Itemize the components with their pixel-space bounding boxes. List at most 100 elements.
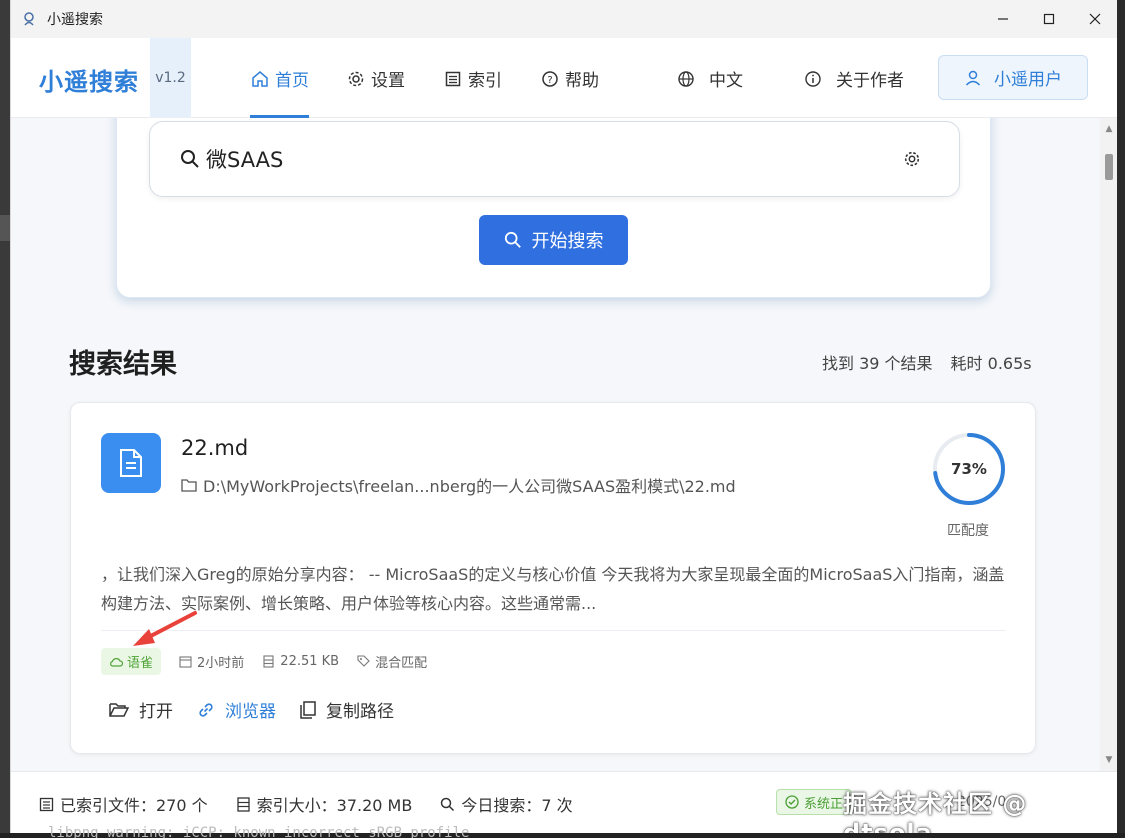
- status-footer: 已索引文件：270 个 索引大小：37.20 MB 今日搜索：7 次 系统正 2…: [11, 771, 1117, 838]
- minimize-icon: [998, 18, 1008, 20]
- app-window: 小遥搜索 小遥搜索 v1.2 首页 设置 索引 ? 帮助 中文 关于作者 小遥用…: [10, 0, 1117, 838]
- nav-about[interactable]: 关于作者: [804, 66, 904, 91]
- results-time: 耗时 0.65s: [950, 354, 1032, 373]
- tag-icon: [357, 655, 370, 667]
- scroll-down-arrow-icon[interactable]: ▼: [1104, 755, 1114, 765]
- nav-help[interactable]: ? 帮助: [541, 66, 599, 91]
- calendar-icon: [179, 656, 192, 668]
- info-icon: [805, 70, 821, 87]
- gear-icon: [348, 71, 364, 86]
- search-input[interactable]: [206, 147, 856, 171]
- results-summary: 找到 39 个结果 耗时 0.65s: [822, 350, 1032, 374]
- database-icon: [236, 796, 250, 812]
- open-in-browser-button[interactable]: 浏览器: [197, 697, 276, 722]
- scroll-up-arrow-icon[interactable]: ▲: [1104, 124, 1114, 134]
- language-switch[interactable]: 中文: [677, 66, 743, 91]
- help-icon: ?: [542, 70, 558, 87]
- modified-time: 2小时前: [179, 652, 244, 671]
- nav-home[interactable]: 首页: [251, 66, 309, 91]
- today-searches-stat: 今日搜索：7 次: [440, 792, 573, 816]
- open-file-button[interactable]: 打开: [109, 697, 173, 722]
- indexed-files-label: 已索引文件：270 个: [60, 796, 208, 815]
- today-searches-label: 今日搜索：7 次: [461, 796, 573, 815]
- desktop-strip-right: [1117, 0, 1125, 838]
- title-bar: 小遥搜索: [11, 0, 1117, 38]
- result-snippet: ，让我们深入Greg的原始分享内容： -- MicroSaaS的定义与核心价值 …: [101, 565, 1005, 613]
- system-status-label: 系统正: [804, 796, 844, 812]
- scrollbar-thumb[interactable]: [1105, 154, 1113, 180]
- svg-text:?: ?: [547, 75, 552, 86]
- nav-index-label: 索引: [468, 71, 502, 91]
- close-button[interactable]: [1072, 0, 1117, 38]
- index-size-stat: 索引大小：37.20 MB: [236, 792, 413, 816]
- open-file-label: 打开: [139, 702, 173, 722]
- user-account-button[interactable]: 小遥用户: [938, 55, 1088, 100]
- folder-icon: [181, 479, 197, 492]
- search-options-gear-icon[interactable]: [903, 150, 921, 168]
- link-icon: [199, 702, 213, 717]
- main-scroll-area: 开始搜索 搜索结果 找到 39 个结果 耗时 0.65s 22.md D:\My…: [11, 118, 1100, 771]
- system-status-badge: 系统正: [776, 789, 853, 815]
- maximize-icon: [1043, 13, 1055, 25]
- maximize-button[interactable]: [1026, 0, 1072, 38]
- search-icon: [180, 149, 200, 169]
- copy-path-label: 复制路径: [326, 702, 394, 722]
- nav-help-label: 帮助: [565, 71, 599, 91]
- folder-open-icon: [109, 702, 129, 717]
- modified-time-label: 2小时前: [197, 656, 245, 671]
- source-label: 语雀: [127, 656, 154, 671]
- file-size: 22.51 KB: [262, 654, 339, 669]
- copy-path-button[interactable]: 复制路径: [300, 697, 394, 722]
- user-name-label: 小遥用户: [994, 70, 1062, 90]
- result-path-text: D:\MyWorkProjects\freelan...nberg的一人公司微S…: [203, 477, 736, 496]
- index-list-icon: [445, 71, 461, 86]
- watermark: 掘金技术社区 @ dtsola: [843, 790, 1028, 838]
- window-title: 小遥搜索: [47, 12, 103, 28]
- result-file-name[interactable]: 22.md: [181, 436, 248, 460]
- start-search-button[interactable]: 开始搜索: [479, 215, 628, 265]
- annotation-arrow-icon: [133, 611, 197, 646]
- result-divider: [101, 630, 1006, 631]
- version-badge: v1.2: [150, 38, 191, 118]
- user-icon: [965, 70, 981, 86]
- result-meta-tags: 语雀 2小时前 22.51 KB 混合匹配: [101, 648, 427, 675]
- match-score-text: 73%: [951, 460, 987, 478]
- search-icon: [504, 231, 521, 248]
- result-actions: 打开 浏览器 复制路径: [109, 697, 394, 722]
- brand-logo[interactable]: 小遥搜索: [39, 62, 139, 97]
- copy-icon: [300, 700, 316, 719]
- result-file-path: D:\MyWorkProjects\freelan...nberg的一人公司微S…: [181, 473, 736, 497]
- index-list-icon: [39, 797, 54, 811]
- match-score-label: 匹配度: [947, 523, 989, 539]
- match-type: 混合匹配: [357, 652, 427, 671]
- top-navbar: 小遥搜索 v1.2 首页 设置 索引 ? 帮助 中文 关于作者 小遥用户: [11, 38, 1117, 118]
- search-icon: [441, 797, 455, 811]
- result-card[interactable]: 22.md D:\MyWorkProjects\freelan...nberg的…: [70, 402, 1036, 754]
- open-in-browser-label: 浏览器: [225, 702, 276, 722]
- vertical-scrollbar[interactable]: ▲ ▼: [1100, 118, 1117, 771]
- match-score-ring: 73%: [931, 431, 1007, 507]
- search-panel: 开始搜索: [116, 118, 991, 298]
- source-badge: 语雀: [101, 648, 162, 675]
- nav-settings-label: 设置: [371, 71, 405, 91]
- globe-icon: [678, 70, 694, 87]
- app-logo-icon: [24, 12, 34, 26]
- check-circle-icon: [785, 795, 799, 809]
- results-count: 找到 39 个结果: [822, 354, 933, 373]
- index-size-label: 索引大小：37.20 MB: [256, 796, 413, 815]
- desktop-strip: [0, 0, 10, 838]
- indexed-files-stat: 已索引文件：270 个: [39, 792, 208, 816]
- nav-home-label: 首页: [275, 71, 309, 91]
- nav-index[interactable]: 索引: [444, 66, 502, 91]
- nav-settings[interactable]: 设置: [347, 66, 405, 91]
- file-size-label: 22.51 KB: [280, 654, 340, 669]
- search-box[interactable]: [149, 121, 960, 197]
- nav-about-label: 关于作者: [836, 71, 904, 91]
- start-search-label: 开始搜索: [531, 231, 604, 251]
- minimize-button[interactable]: [980, 0, 1026, 38]
- terminal-output-text: libpng warning: iCCP: known incorrect sR…: [48, 825, 470, 838]
- results-heading: 搜索结果: [69, 349, 177, 380]
- cloud-icon: [110, 657, 123, 667]
- document-file-icon: [101, 433, 161, 493]
- database-icon: [263, 655, 274, 668]
